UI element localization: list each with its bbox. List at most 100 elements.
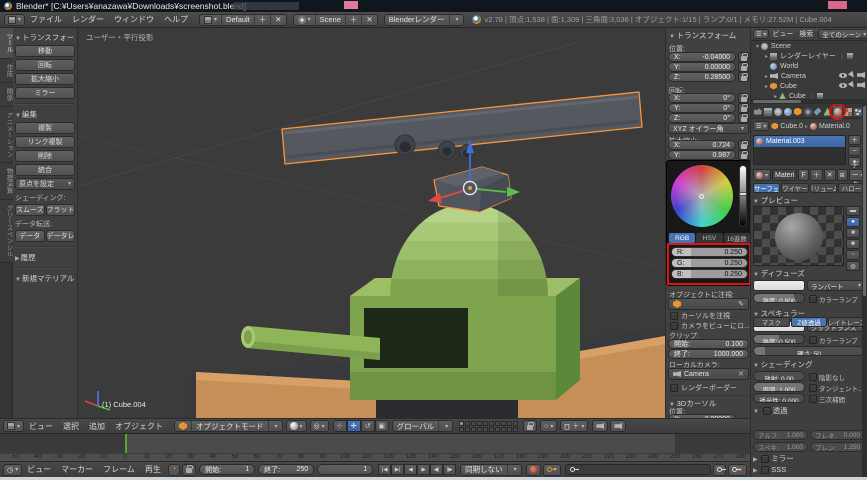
- transparency-field[interactable]: ブレン:1.250: [810, 442, 865, 452]
- color-wheel-cursor[interactable]: [699, 194, 704, 199]
- scrollbar-thumb[interactable]: [863, 106, 866, 296]
- layer-toggle[interactable]: [483, 421, 488, 426]
- topbar-menu-item[interactable]: ファイル: [25, 15, 67, 24]
- outliner-item-label[interactable]: Camera: [781, 73, 806, 80]
- rotate-manipulator-button[interactable]: ↺: [361, 420, 375, 432]
- 3d-viewport-canvas[interactable]: [78, 28, 665, 418]
- manipulator-x-arrow[interactable]: [428, 193, 442, 203]
- preview-cube-icon[interactable]: ■: [846, 228, 860, 238]
- lock-toggle[interactable]: [738, 72, 749, 82]
- layer-toggle[interactable]: [471, 427, 476, 432]
- properties-tab-world-icon[interactable]: [783, 106, 792, 118]
- material-slot-row[interactable]: Material.003: [754, 136, 845, 147]
- render-opengl-button[interactable]: [592, 420, 608, 432]
- shading-checkbox[interactable]: 三次補間: [809, 394, 845, 404]
- checkbox-icon[interactable]: [809, 395, 817, 403]
- set-origin-dropdown[interactable]: 原点を設定▾: [15, 178, 75, 190]
- layer-toggle[interactable]: [471, 421, 476, 426]
- editor-type-button[interactable]: ☰▾: [753, 121, 769, 131]
- nodes-button[interactable]: ⊞: [837, 169, 848, 181]
- auto-keyframe-button[interactable]: [526, 464, 541, 476]
- preview-hair-icon[interactable]: ~: [846, 250, 860, 260]
- shading-button[interactable]: スムーズ: [15, 204, 45, 216]
- delete-layout-button[interactable]: ✕: [271, 15, 285, 25]
- preview-sphere-icon[interactable]: ●: [846, 217, 860, 227]
- transparency-tab-レイトレース[interactable]: レイトレース: [828, 317, 865, 327]
- remove-slot-button[interactable]: −: [848, 146, 861, 156]
- material-type-tab-サーフェ[interactable]: サーフェ: [753, 183, 780, 193]
- clear-icon[interactable]: ✕: [738, 370, 744, 378]
- editor-type-button[interactable]: ▾: [3, 420, 24, 432]
- mirror-checkbox[interactable]: [761, 455, 769, 463]
- screen-layout-value[interactable]: Default: [222, 15, 255, 25]
- picker-tab-RGB[interactable]: RGB: [669, 233, 695, 243]
- panel-header-new-material[interactable]: ▼新規マテリアル: [15, 273, 75, 284]
- outliner-item-label[interactable]: Cube: [780, 83, 797, 90]
- outliner-row[interactable]: World: [751, 61, 867, 71]
- panel-header-diffuse[interactable]: ▼ ディフューズ: [753, 268, 805, 279]
- color-wheel[interactable]: [671, 165, 733, 227]
- panel-header-transparency[interactable]: ▼ 透過: [753, 405, 788, 416]
- delete-keyframe-button[interactable]: ✕: [728, 464, 747, 476]
- transparency-field[interactable]: フレネ:0.000: [810, 430, 865, 440]
- timeline-menu-item[interactable]: ビュー: [22, 465, 56, 474]
- transparency-checkbox[interactable]: [763, 407, 771, 415]
- tank-model[interactable]: [190, 198, 665, 418]
- lock-toggle[interactable]: [738, 150, 749, 160]
- mode-dropdown[interactable]: オブジェクトモード ▾: [174, 420, 283, 432]
- lock-toggle[interactable]: [738, 62, 749, 72]
- breadcrumb-material[interactable]: Material.0: [819, 123, 850, 130]
- properties-tab-render-icon[interactable]: [753, 106, 762, 118]
- new-material-button[interactable]: ＋: [810, 169, 823, 181]
- rotation-field[interactable]: Z:0°: [668, 113, 736, 123]
- render-border-checkbox[interactable]: レンダーボーダー: [670, 383, 737, 393]
- editor-type-button[interactable]: ☰▾: [753, 29, 769, 39]
- sync-value[interactable]: 同期しない: [461, 465, 508, 475]
- translate-manipulator-button[interactable]: ✛: [347, 420, 361, 432]
- properties-tab-constraints-icon[interactable]: [803, 106, 812, 118]
- eye-icon[interactable]: [839, 73, 847, 78]
- material-slot-name[interactable]: Material.003: [766, 138, 805, 145]
- outliner-row[interactable]: ▸ Camera: [751, 71, 867, 81]
- display-mode-dropdown[interactable]: 全てのシーン▾: [818, 29, 867, 39]
- screen-layout-selector[interactable]: ▾ Default ＋ ✕: [199, 14, 287, 26]
- checkbox-icon[interactable]: [670, 384, 678, 392]
- disclosure-triangle-icon[interactable]: ▸: [763, 53, 770, 60]
- panel-header-transform[interactable]: ▼ トランスフォーム: [669, 30, 736, 41]
- disclosure-triangle-icon[interactable]: ▾: [754, 43, 761, 50]
- browse-material-button[interactable]: ▾: [753, 169, 771, 181]
- frame-start-field[interactable]: 開始:1: [199, 464, 255, 475]
- next-keyframe-icon[interactable]: |▶: [443, 464, 456, 475]
- panel-header-edit[interactable]: ▼編集: [15, 109, 75, 120]
- toolshelf-tab-アニメーション[interactable]: アニメーション: [0, 107, 13, 164]
- data-transfer-button[interactable]: データレ: [46, 230, 76, 242]
- diffuse-shader-dropdown[interactable]: ランバート▾: [807, 280, 865, 291]
- diffuse-ramp-checkbox[interactable]: カラーランプ: [809, 294, 858, 304]
- transparency-tab-マスク[interactable]: マスク: [753, 317, 790, 327]
- toolshelf-tab-関係[interactable]: 関係: [0, 83, 13, 107]
- layer-toggle[interactable]: [489, 421, 494, 426]
- editor-type-button[interactable]: ▾: [4, 14, 25, 26]
- scrollbar-thumb[interactable]: [753, 100, 801, 103]
- layer-toggle[interactable]: [477, 427, 482, 432]
- properties-tab-modifiers-icon[interactable]: [813, 106, 822, 118]
- tool-button[interactable]: 複製: [15, 122, 75, 134]
- shading-slider[interactable]: 周囲: 1.000: [753, 382, 805, 392]
- checkbox-icon[interactable]: [670, 322, 678, 330]
- frame-end-field[interactable]: 終了:250: [258, 464, 314, 475]
- timeline-menu-item[interactable]: フレーム: [98, 465, 140, 474]
- unlink-material-button[interactable]: ✕: [824, 169, 836, 181]
- tool-button[interactable]: ミラー: [15, 87, 75, 99]
- current-frame-field[interactable]: 1: [317, 464, 373, 475]
- specular-ramp-checkbox[interactable]: カラーランプ: [809, 335, 858, 345]
- use-preview-range-button[interactable]: ◔: [168, 464, 180, 476]
- proportional-edit-dropdown[interactable]: ○▾: [540, 420, 557, 432]
- tool-button[interactable]: リンク複製: [15, 136, 75, 148]
- breadcrumb-object[interactable]: Cube.0: [780, 123, 803, 130]
- camera-render-icon[interactable]: [857, 72, 865, 78]
- disclosure-triangle-icon[interactable]: ▸: [763, 73, 770, 80]
- layer-toggle[interactable]: [459, 427, 464, 432]
- properties-tab-material-icon[interactable]: [833, 106, 842, 118]
- checkbox-icon[interactable]: [670, 312, 678, 320]
- lock-toggle[interactable]: [738, 140, 749, 150]
